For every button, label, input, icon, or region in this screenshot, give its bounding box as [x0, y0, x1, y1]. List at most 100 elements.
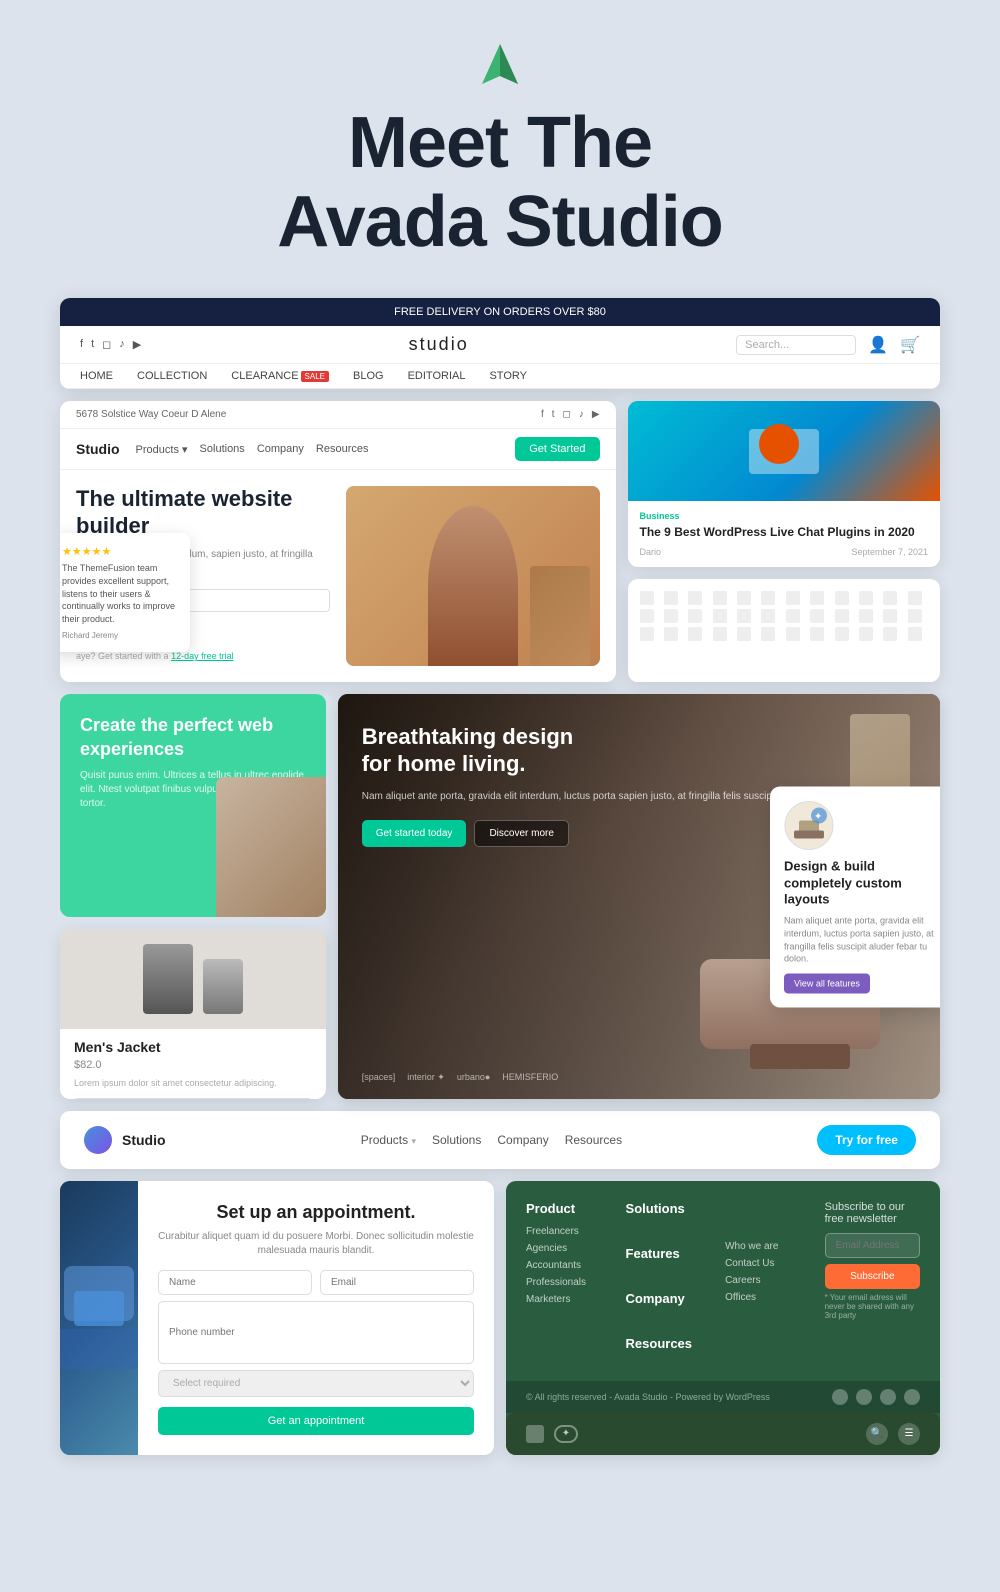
- promo-image: [216, 777, 326, 917]
- appt-img-content: [60, 1266, 138, 1369]
- footer-tw-icon[interactable]: [856, 1389, 872, 1405]
- icon-item: [640, 627, 654, 641]
- icon-item: [761, 627, 775, 641]
- icon-item: [810, 609, 824, 623]
- design-card-overlay: ✦ Design & build completely custom layou…: [770, 786, 940, 1007]
- home-design-title: Breathtaking design for home living.: [362, 724, 916, 777]
- icon-item: [737, 609, 751, 623]
- product-img-content: [143, 944, 243, 1014]
- phone-field[interactable]: [158, 1301, 474, 1364]
- view-features-button[interactable]: View all features: [784, 973, 870, 993]
- icon-item: [688, 627, 702, 641]
- footer-agencies[interactable]: Agencies: [526, 1243, 606, 1254]
- nav-company[interactable]: Company: [257, 443, 304, 456]
- logo-urbano: urbano●: [457, 1072, 490, 1083]
- studio-hero-image: [346, 486, 600, 666]
- footer-card-bottom: © All rights reserved - Avada Studio - P…: [506, 1381, 940, 1413]
- blog-title[interactable]: The 9 Best WordPress Live Chat Plugins i…: [640, 525, 928, 541]
- subscribe-button[interactable]: Subscribe: [825, 1264, 920, 1289]
- product-desc: Lorem ipsum dolor sit amet consectetur a…: [74, 1077, 312, 1090]
- icon-item: [664, 627, 678, 641]
- footer-marketers[interactable]: Marketers: [526, 1294, 606, 1305]
- blog-author: Dario: [640, 547, 662, 557]
- footer-careers[interactable]: Careers: [725, 1275, 805, 1286]
- people-photo: [216, 777, 326, 917]
- get-started-nav-button[interactable]: Get Started: [515, 437, 599, 461]
- icon-item: [883, 591, 897, 605]
- nav-brand-area: Studio: [84, 1126, 166, 1154]
- glove-visual: [64, 1266, 134, 1321]
- newsletter-email-input[interactable]: [825, 1233, 920, 1258]
- icons-grid: [640, 591, 928, 641]
- footer-solutions-title: Solutions: [626, 1201, 706, 1216]
- home-design-section: Breathtaking design for home living. Nam…: [338, 694, 940, 1099]
- design-card-illustration: ✦: [784, 800, 834, 850]
- footer-professionals[interactable]: Professionals: [526, 1277, 606, 1288]
- name-field[interactable]: [158, 1270, 312, 1295]
- nav-solutions[interactable]: Solutions: [200, 443, 245, 456]
- nav-bar-mock: Studio Products ▾ Solutions Company Reso…: [60, 1111, 940, 1169]
- footer-freelancers[interactable]: Freelancers: [526, 1226, 606, 1237]
- store-brand: studio: [409, 334, 469, 355]
- cart-icon[interactable]: 🛒: [900, 335, 920, 355]
- nav-products[interactable]: Products ▾: [136, 443, 188, 456]
- nav-editorial[interactable]: EDITORIAL: [408, 370, 466, 382]
- bg-element: [530, 566, 590, 666]
- nav-home[interactable]: HOME: [80, 370, 113, 382]
- blog-card-image: ⌨️: [628, 401, 940, 501]
- fb-social-icon: f: [541, 409, 544, 420]
- nav-story[interactable]: STORY: [489, 370, 527, 382]
- nav-products-item[interactable]: Products ▾: [361, 1133, 416, 1147]
- try-for-free-button[interactable]: Try for free: [817, 1125, 916, 1155]
- nav-company-item[interactable]: Company: [497, 1133, 548, 1147]
- icon-item: [883, 609, 897, 623]
- product-image: [60, 929, 326, 1029]
- footer-contact[interactable]: Contact Us: [725, 1258, 805, 1269]
- search-bottom-icon[interactable]: 🔍: [866, 1423, 888, 1445]
- appointment-submit-button[interactable]: Get an appointment: [158, 1407, 474, 1435]
- announcement-bar: FREE DELIVERY ON ORDERS OVER $80: [60, 298, 940, 326]
- footer-who-we-are[interactable]: Who we are: [725, 1241, 805, 1252]
- icon-item: [664, 609, 678, 623]
- search-box[interactable]: Search...: [736, 335, 856, 355]
- footer-features-title: Features: [626, 1246, 706, 1261]
- nav-resources-item[interactable]: Resources: [565, 1133, 622, 1147]
- nav-blog[interactable]: BLOG: [353, 370, 384, 382]
- icon-item: [737, 627, 751, 641]
- testimonial-text: The ThemeFusion team provides excellent …: [62, 562, 178, 625]
- bottom-bar: ✦ 🔍 ☰: [506, 1413, 940, 1455]
- blog-category: Business: [640, 511, 928, 521]
- blog-date: September 7, 2021: [851, 547, 928, 557]
- get-started-btn[interactable]: Get started today: [362, 820, 467, 847]
- discover-more-btn[interactable]: Discover more: [474, 820, 568, 847]
- footer-accountants[interactable]: Accountants: [526, 1260, 606, 1271]
- footer-yt-icon[interactable]: [904, 1389, 920, 1405]
- icon-item: [835, 591, 849, 605]
- nav-collection[interactable]: COLLECTION: [137, 370, 207, 382]
- service-selector[interactable]: Select required: [158, 1370, 474, 1397]
- footer-offices[interactable]: Offices: [725, 1292, 805, 1303]
- icon-item: [688, 609, 702, 623]
- size-selector[interactable]: Select size S M L XL: [74, 1098, 312, 1099]
- jacket-thumbnail: [143, 944, 193, 1014]
- trial-link[interactable]: 12-day free trial: [171, 651, 234, 661]
- menu-bottom-icon[interactable]: ☰: [898, 1423, 920, 1445]
- row-3: Create the perfect web experiences Quisi…: [60, 694, 940, 1099]
- announcement-text: FREE DELIVERY ON ORDERS OVER $80: [394, 306, 606, 318]
- email-field[interactable]: [320, 1270, 474, 1295]
- nav-solutions-item[interactable]: Solutions: [432, 1133, 481, 1147]
- footer-ig-icon[interactable]: [880, 1389, 896, 1405]
- product-name: Men's Jacket: [74, 1039, 312, 1055]
- icon-item: [883, 627, 897, 641]
- footer-fb-icon[interactable]: [832, 1389, 848, 1405]
- store-subnav: HOME COLLECTION CLEARANCESALE BLOG EDITO…: [60, 364, 940, 389]
- promo-title: Create the perfect web experiences: [80, 714, 306, 761]
- nav-resources[interactable]: Resources: [316, 443, 369, 456]
- appointment-image: [60, 1181, 138, 1455]
- user-icon[interactable]: 👤: [868, 335, 888, 355]
- nav-clearance[interactable]: CLEARANCESALE: [231, 370, 329, 382]
- jacket-thumbnail-2: [203, 959, 243, 1014]
- grid-icon[interactable]: [526, 1425, 544, 1443]
- studio-mock: 5678 Solstice Way Coeur D Alene f t ◻ ♪ …: [60, 401, 616, 682]
- studio-nav: Studio Products ▾ Solutions Company Reso…: [60, 429, 616, 470]
